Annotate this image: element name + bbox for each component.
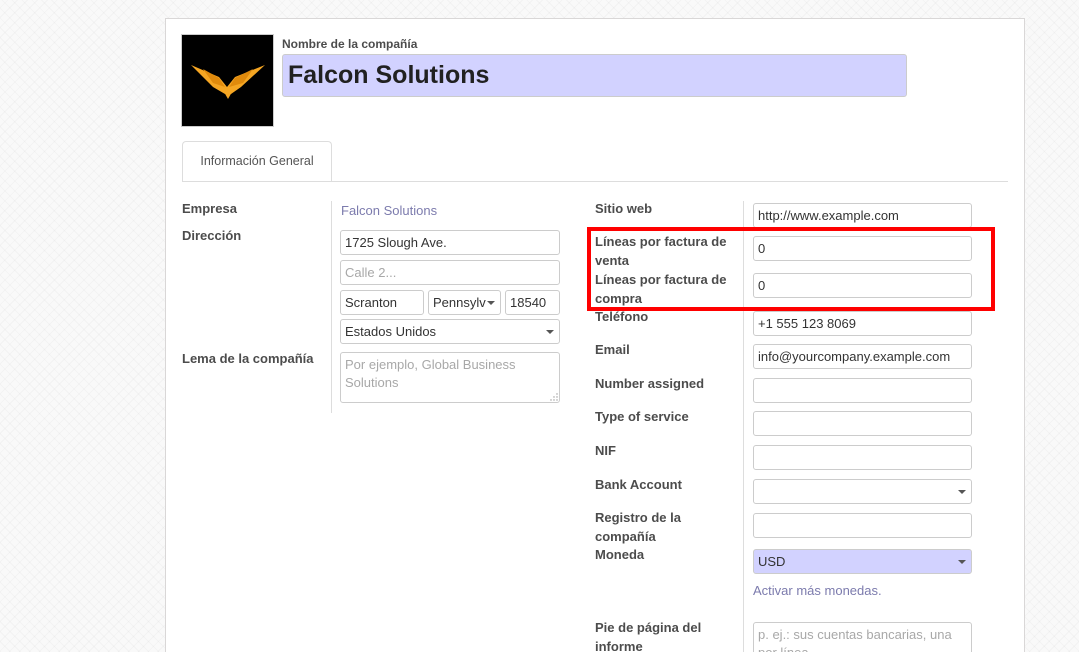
registry-input[interactable] [753, 513, 972, 538]
number-assigned-input[interactable] [753, 378, 972, 403]
bank-account-label: Bank Account [595, 477, 682, 492]
empresa-link[interactable]: Falcon Solutions [341, 202, 437, 220]
street-input[interactable]: 1725 Slough Ave. [340, 230, 560, 255]
tab-informacion-general[interactable]: Información General [182, 141, 332, 182]
currency-value: USD [758, 554, 786, 569]
state-select[interactable]: Pennsylv [428, 290, 501, 315]
chevron-down-icon [958, 560, 966, 564]
country-select[interactable]: Estados Unidos [340, 319, 560, 344]
activate-currencies-link[interactable]: Activar más monedas. [753, 582, 882, 600]
direccion-label: Dirección [182, 228, 242, 243]
highlight-box [587, 227, 995, 311]
phone-input[interactable]: +1 555 123 8069 [753, 311, 972, 336]
form-sheet: Nombre de la compañía Falcon Solutions I… [165, 18, 1025, 652]
service-type-input[interactable] [753, 411, 972, 436]
country-value: Estados Unidos [345, 324, 437, 339]
chevron-down-icon [546, 330, 554, 334]
tagline-placeholder: Por ejemplo, Global Business Solutions [345, 357, 516, 390]
email-label: Email [595, 342, 630, 357]
website-input[interactable]: http://www.example.com [753, 203, 972, 228]
tab-divider [182, 181, 1008, 182]
zip-input[interactable]: 18540 [505, 290, 560, 315]
tagline-label: Lema de la compañía [182, 351, 314, 366]
company-name-label: Nombre de la compañía [282, 37, 418, 51]
email-input[interactable]: info@yourcompany.example.com [753, 344, 972, 369]
chevron-down-icon [487, 301, 495, 305]
street2-input[interactable]: Calle 2... [340, 260, 560, 285]
footer-textarea[interactable]: p. ej.: sus cuentas bancarias, una por l… [753, 622, 972, 652]
service-type-label: Type of service [595, 409, 689, 424]
state-value: Pennsylv [433, 295, 486, 310]
nif-label: NIF [595, 443, 616, 458]
company-name-input[interactable]: Falcon Solutions [282, 54, 907, 97]
currency-label: Moneda [595, 547, 645, 562]
number-assigned-label: Number assigned [595, 376, 705, 391]
city-input[interactable]: Scranton [340, 290, 424, 315]
footer-placeholder: p. ej.: sus cuentas bancarias, una por l… [758, 627, 952, 652]
nif-input[interactable] [753, 445, 972, 470]
chevron-down-icon [958, 490, 966, 494]
company-logo-image[interactable] [182, 35, 273, 126]
registry-label: Registro de la compañía [595, 510, 681, 544]
bank-account-select[interactable] [753, 479, 972, 504]
website-label: Sitio web [595, 201, 653, 216]
falcon-logo-icon [190, 64, 265, 99]
footer-label: Pie de página del informe [595, 620, 702, 652]
left-column-divider [331, 201, 332, 413]
currency-select[interactable]: USD [753, 549, 972, 574]
empresa-label: Empresa [182, 201, 237, 216]
tagline-textarea[interactable]: Por ejemplo, Global Business Solutions [340, 352, 560, 403]
resize-grip-icon[interactable] [550, 393, 558, 401]
